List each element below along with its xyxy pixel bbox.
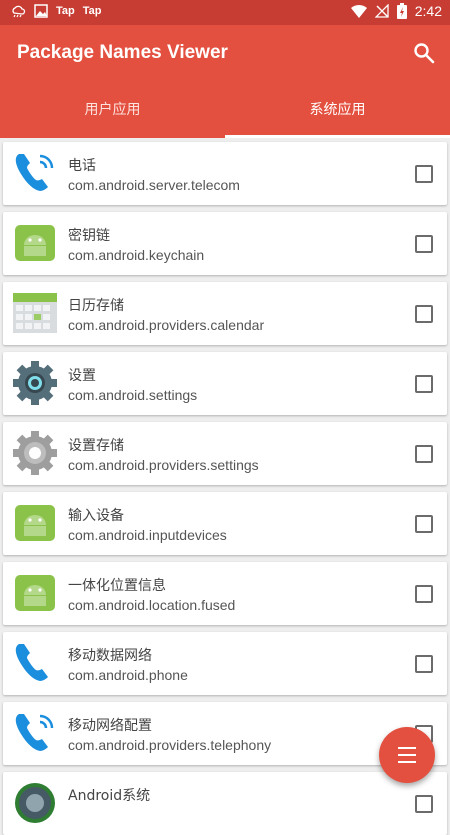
app-name: 日历存储: [68, 298, 124, 314]
select-checkbox[interactable]: [415, 795, 433, 813]
android-icon: [15, 505, 55, 541]
list-item[interactable]: 日历存储 com.android.providers.calendar: [3, 282, 447, 345]
list-item[interactable]: Android系统: [3, 772, 447, 835]
package-name: com.android.location.fused: [68, 597, 236, 613]
select-checkbox[interactable]: [415, 445, 433, 463]
list-item[interactable]: 一体化位置信息 com.android.location.fused: [3, 562, 447, 625]
no-signal-icon: [374, 4, 389, 18]
page-title: Package Names Viewer: [17, 42, 228, 63]
list-item[interactable]: 输入设备 com.android.inputdevices: [3, 492, 447, 555]
select-checkbox[interactable]: [415, 235, 433, 253]
list-item[interactable]: 设置存储 com.android.providers.settings: [3, 422, 447, 485]
app-name: 输入设备: [68, 508, 124, 524]
wifi-icon: [350, 5, 367, 18]
calendar-icon: [13, 293, 57, 333]
package-name: com.android.providers.settings: [68, 457, 259, 473]
android-icon: [15, 225, 55, 261]
android-icon: [15, 575, 55, 611]
phone-icon: [15, 714, 54, 751]
search-icon[interactable]: [412, 41, 436, 65]
weather-icon: [12, 5, 26, 18]
app-name: 设置存储: [68, 438, 124, 454]
settings-gear-icon: [13, 361, 57, 405]
select-checkbox[interactable]: [415, 305, 433, 323]
package-name: com.android.providers.telephony: [68, 737, 272, 753]
select-checkbox[interactable]: [415, 165, 433, 183]
select-checkbox[interactable]: [415, 655, 433, 673]
app-bar: Package Names Viewer 用户应用 系统应用: [0, 25, 450, 138]
gear-icon: [13, 431, 57, 475]
package-name: com.android.settings: [68, 387, 198, 403]
tab-user-apps[interactable]: 用户应用: [0, 91, 225, 138]
app-name: 移动数据网络: [68, 648, 152, 664]
list-item[interactable]: 移动数据网络 com.android.phone: [3, 632, 447, 695]
tab-system-apps[interactable]: 系统应用: [225, 91, 450, 138]
app-name: 一体化位置信息: [68, 578, 166, 594]
image-icon: [34, 4, 48, 18]
app-name: 设置: [68, 368, 96, 384]
app-name: 电话: [68, 158, 96, 174]
android-system-icon: [15, 783, 55, 823]
menu-icon: [398, 747, 416, 749]
phone-icon: [15, 644, 48, 681]
status-bar: Tap Tap 2:42: [0, 0, 450, 25]
package-name: com.android.inputdevices: [68, 527, 227, 543]
clock: 2:42: [414, 3, 442, 19]
package-name: com.android.providers.calendar: [68, 317, 265, 333]
app-name: 移动网络配置: [68, 718, 152, 734]
battery-charging-icon: [396, 3, 407, 19]
app-name: Android系统: [68, 788, 151, 804]
menu-fab-button[interactable]: [379, 727, 435, 783]
tab-bar: 用户应用 系统应用: [0, 91, 450, 138]
list-item[interactable]: 密钥链 com.android.keychain: [3, 212, 447, 275]
phone-icon: [15, 154, 54, 191]
package-name: com.android.keychain: [68, 247, 205, 263]
select-checkbox[interactable]: [415, 375, 433, 393]
package-name: com.android.server.telecom: [68, 177, 240, 193]
notification-tap-1: Tap: [56, 5, 75, 17]
select-checkbox[interactable]: [415, 515, 433, 533]
package-name: com.android.phone: [68, 667, 188, 683]
notification-tap-2: Tap: [82, 5, 102, 17]
select-checkbox[interactable]: [415, 585, 433, 603]
app-name: 密钥链: [68, 228, 110, 244]
list-item[interactable]: 电话 com.android.server.telecom: [3, 142, 447, 205]
list-item[interactable]: 设置 com.android.settings: [3, 352, 447, 415]
